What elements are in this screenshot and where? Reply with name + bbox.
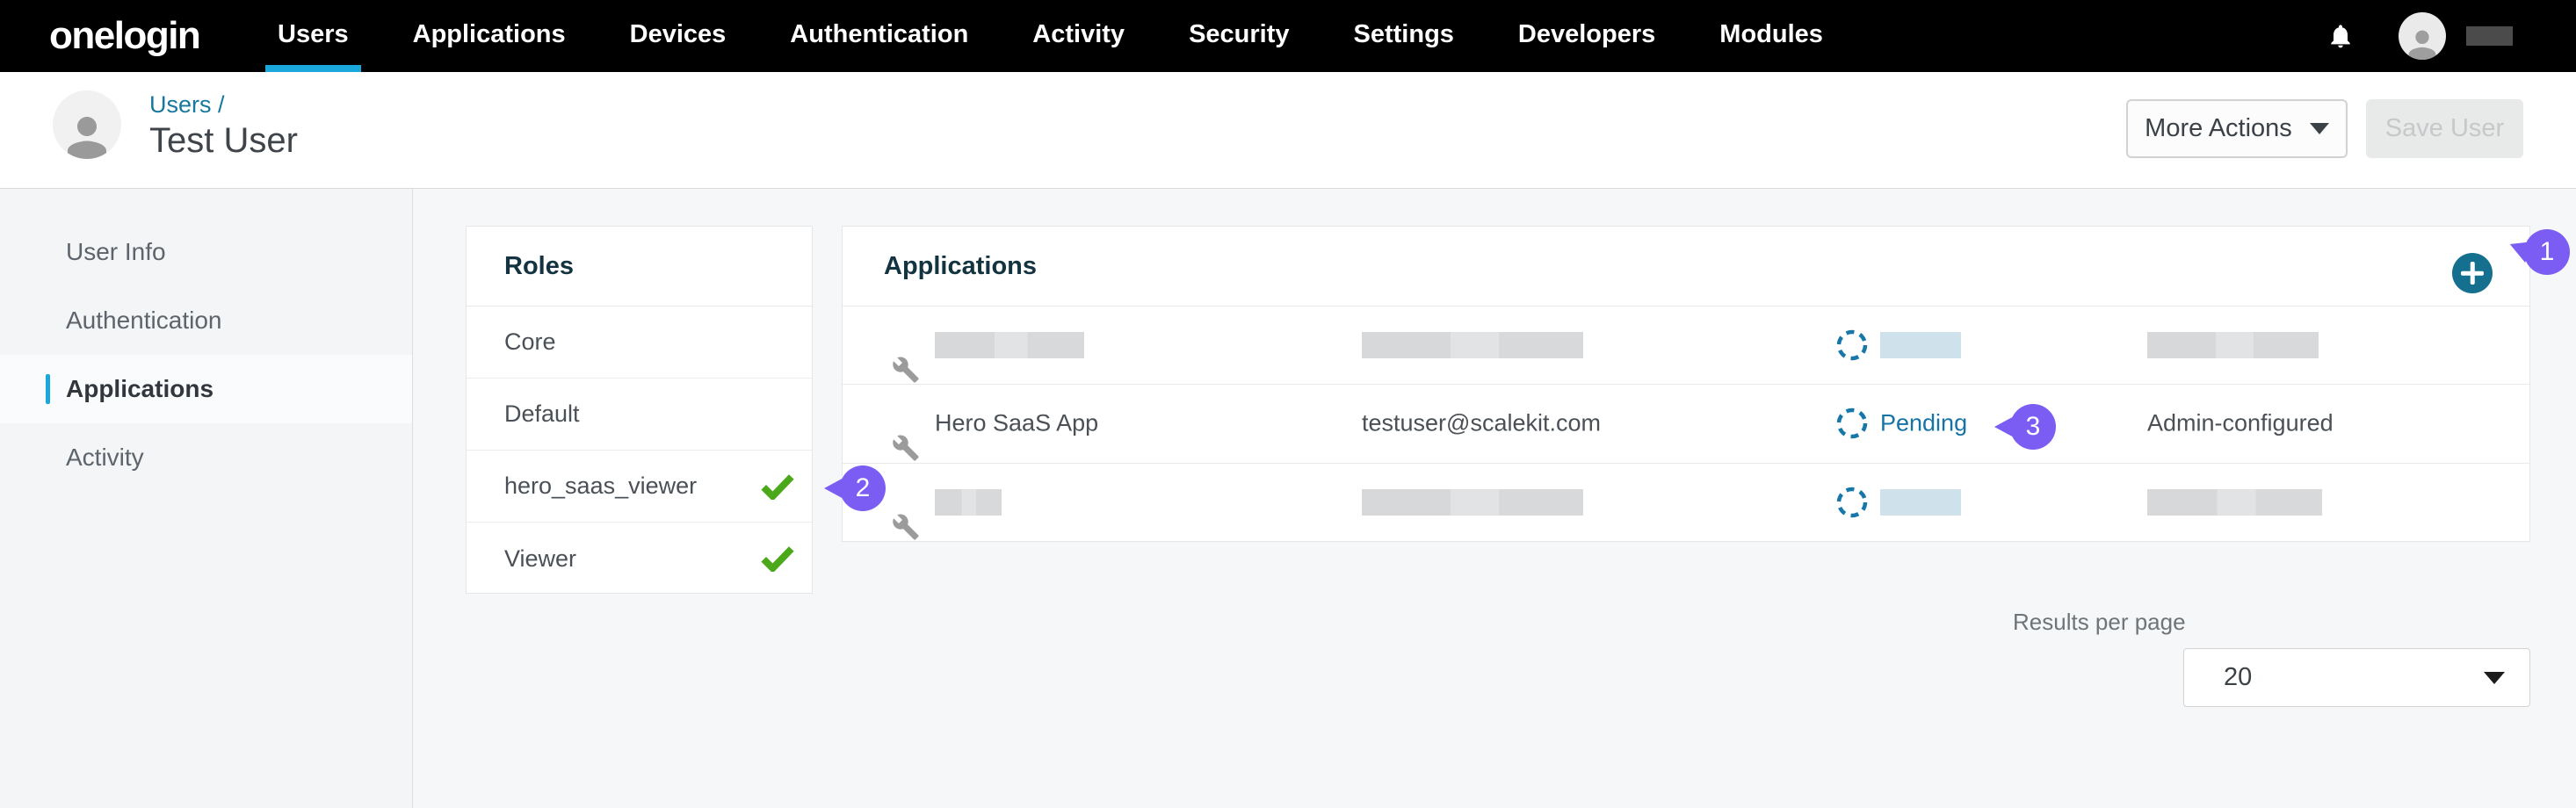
role-name: Default [504,400,580,428]
top-nav-bar: onelogin Users Applications Devices Auth… [0,0,2576,72]
provisioning-spinner-icon [1835,407,1869,440]
nav-item-label: Developers [1518,20,1655,49]
provisioning-spinner-icon [1835,328,1869,362]
nav-item-label: Security [1189,20,1289,49]
more-actions-button[interactable]: More Actions [2126,99,2348,158]
app-email-skeleton [1362,332,1583,358]
role-row[interactable]: Viewer [467,523,812,595]
nav-item[interactable]: Activity [1032,0,1125,72]
nav-item-label: Modules [1719,20,1823,49]
roles-title: Roles [467,252,574,281]
results-per-page-value: 20 [2224,663,2252,692]
app-config-type: Admin-configured [2147,410,2334,436]
annotation-number: 1 [2540,237,2555,267]
add-application-button[interactable] [2452,253,2493,293]
onelogin-logo[interactable]: onelogin [49,14,199,58]
nav-item[interactable]: Users [278,0,349,72]
applications-list: Hero SaaS App testuser@scalekit.com Pend… [843,307,2529,541]
sidebar-item[interactable]: Applications [0,355,412,423]
user-avatar [53,90,121,159]
applications-card: Applications [842,226,2530,542]
app-status-skeleton [1880,332,1961,358]
user-section-sidebar: User Info Authentication Applications Ac… [0,189,413,808]
sidebar-item[interactable]: Authentication [0,286,412,355]
account-avatar[interactable] [2399,12,2446,60]
chevron-down-icon [2484,672,2505,684]
app-email-skeleton [1362,489,1583,516]
notifications-bell-icon[interactable] [2326,21,2355,51]
breadcrumb-users-link[interactable]: Users / [149,91,225,119]
nav-item[interactable]: Applications [413,0,566,72]
page-title: Test User [149,121,298,161]
app-name-skeleton [935,489,1002,516]
chevron-down-icon [2310,123,2329,134]
role-name: Core [504,328,556,356]
app-name-skeleton [935,332,1084,358]
role-row[interactable]: Default [467,379,812,451]
nav-item-label: Authentication [790,20,968,49]
check-icon [761,473,794,500]
nav-item-label: Applications [413,20,566,49]
nav-item[interactable]: Devices [630,0,727,72]
annotation-badge-3: 3 [2010,404,2056,450]
save-user-button[interactable]: Save User [2366,99,2523,158]
nav-item[interactable]: Modules [1719,0,1823,72]
role-name: hero_saas_viewer [504,473,697,500]
sidebar-item[interactable]: User Info [0,218,412,286]
nav-item-label: Users [278,20,349,49]
nav-item-label: Devices [630,20,727,49]
sidebar-item-label: Applications [66,375,213,402]
roles-card-header: Roles [467,227,812,307]
more-actions-label: More Actions [2145,114,2292,143]
nav-item[interactable]: Authentication [790,0,968,72]
app-config-skeleton [2147,332,2319,358]
nav-menu: Users Applications Devices Authenticatio… [278,0,1823,72]
check-icon [761,545,794,572]
annotation-number: 3 [2026,412,2041,442]
app-status-skeleton [1880,489,1961,516]
role-row[interactable]: Core [467,307,812,379]
annotation-number: 2 [856,473,871,503]
sidebar-item-label: Activity [66,444,144,471]
results-per-page-label: Results per page [2013,609,2186,636]
application-row[interactable] [843,464,2529,541]
nav-item-label: Activity [1032,20,1125,49]
sidebar-item-label: User Info [66,238,166,265]
applications-card-header: Applications [843,227,2529,307]
main-panel: Roles Core Default [413,189,2576,808]
nav-item-label: Settings [1354,20,1454,49]
content-area: User Info Authentication Applications Ac… [0,189,2576,808]
application-row[interactable]: Hero SaaS App testuser@scalekit.com Pend… [843,385,2529,463]
roles-list: Core Default hero_saas_viewer [467,307,812,595]
applications-title: Applications [843,252,1037,281]
app-login-email: testuser@scalekit.com [1362,410,1601,436]
nav-item[interactable]: Developers [1518,0,1655,72]
app-name: Hero SaaS App [935,410,1098,436]
application-row[interactable] [843,307,2529,385]
page-header: Users / Test User More Actions Save User [0,72,2576,189]
annotation-badge-1: 1 [2524,229,2570,275]
role-row[interactable]: hero_saas_viewer [467,451,812,523]
account-name-placeholder[interactable] [2466,26,2513,46]
sidebar-item-label: Authentication [66,307,221,334]
app-status: Pending [1880,410,1967,436]
role-name: Viewer [504,545,576,573]
annotation-badge-2: 2 [840,465,886,511]
results-per-page-select[interactable]: 20 [2183,648,2530,707]
roles-card: Roles Core Default [466,226,813,594]
app-config-skeleton [2147,489,2322,516]
sidebar-item[interactable]: Activity [0,423,412,492]
nav-item[interactable]: Settings [1354,0,1454,72]
nav-item[interactable]: Security [1189,0,1289,72]
provisioning-spinner-icon [1835,486,1869,519]
